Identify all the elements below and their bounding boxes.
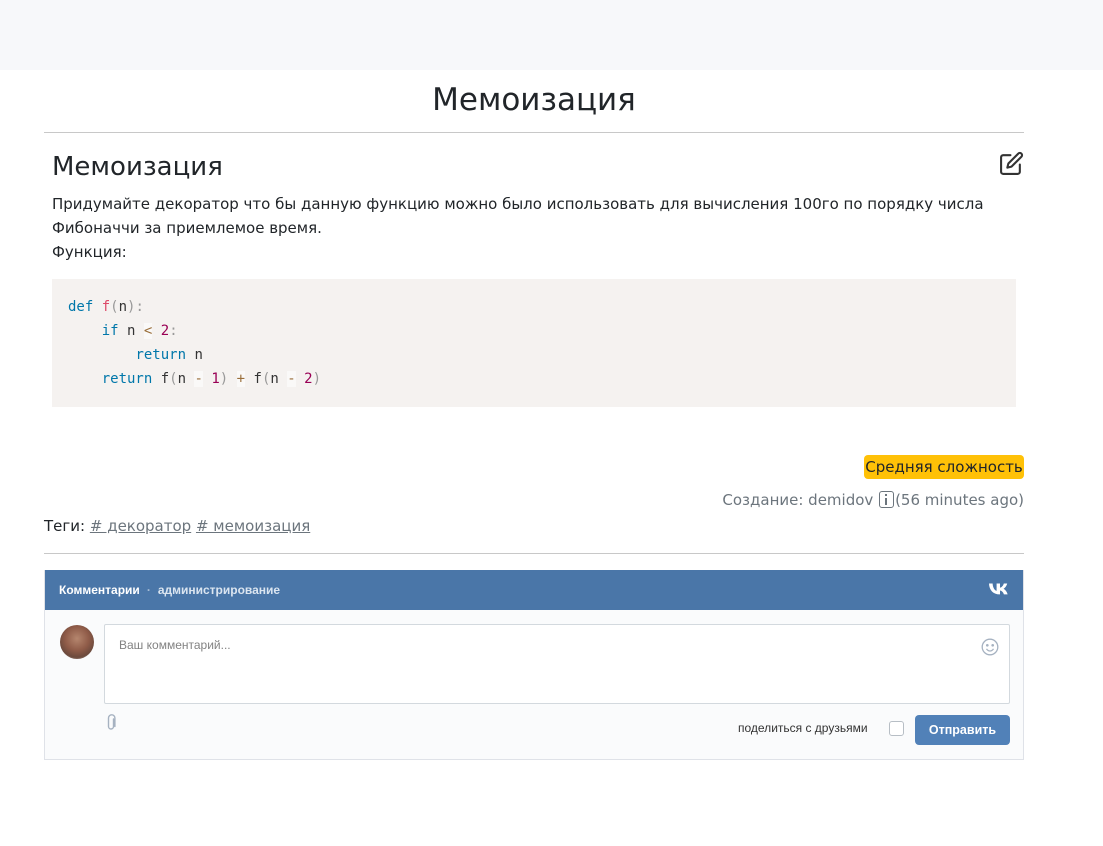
page-title: Мемоизация bbox=[432, 82, 636, 118]
function-label: Функция: bbox=[52, 243, 127, 261]
comment-placeholder: Ваш комментарий... bbox=[119, 638, 231, 652]
tag-link-memoization[interactable]: # мемоизация bbox=[196, 517, 310, 535]
code-line: return n bbox=[135, 347, 203, 363]
task-description: Придумайте декоратор что бы данную функц… bbox=[52, 195, 984, 237]
top-navbar bbox=[0, 0, 1103, 70]
vk-comments-widget: Комментарии · администрирование Ваш комм… bbox=[44, 570, 1024, 760]
code-line: if n < 2: bbox=[101, 323, 178, 339]
comment-input[interactable]: Ваш комментарий... bbox=[104, 624, 1010, 704]
code-line: return f(n - 1) + f(n - 2) bbox=[101, 371, 322, 387]
vk-logo-icon[interactable] bbox=[988, 582, 1010, 598]
comments-title: Комментарии bbox=[59, 583, 140, 597]
tag-link-decorator[interactable]: # декоратор bbox=[90, 517, 191, 535]
admin-link[interactable]: администрирование bbox=[158, 583, 280, 597]
created-info: Создание: demidov (56 minutes ago) bbox=[722, 488, 1024, 512]
task-title: Мемоизация bbox=[52, 152, 223, 182]
info-icon[interactable] bbox=[879, 491, 895, 508]
tags-label: Теги: bbox=[44, 517, 86, 535]
edit-icon[interactable] bbox=[999, 151, 1024, 176]
tags-row: Теги: # декоратор # мемоизация bbox=[44, 514, 310, 538]
code-line: def f(n): bbox=[68, 299, 144, 315]
difficulty-badge: Средняя сложность bbox=[864, 455, 1024, 479]
title-divider bbox=[44, 132, 1024, 133]
share-checkbox[interactable] bbox=[889, 721, 904, 736]
smile-icon[interactable] bbox=[981, 638, 999, 656]
created-time: (56 minutes ago) bbox=[895, 491, 1024, 509]
paperclip-icon[interactable] bbox=[104, 714, 118, 732]
send-button[interactable]: Отправить bbox=[915, 715, 1010, 745]
share-label: поделиться с друзьями bbox=[738, 721, 868, 735]
created-author: Создание: demidov bbox=[722, 491, 874, 509]
avatar bbox=[60, 625, 94, 659]
tags-divider bbox=[44, 553, 1024, 554]
vk-header: Комментарии · администрирование bbox=[45, 570, 1023, 610]
header-separator: · bbox=[146, 583, 151, 597]
code-block: def f(n): if n < 2: return n return f(n … bbox=[52, 279, 1016, 407]
